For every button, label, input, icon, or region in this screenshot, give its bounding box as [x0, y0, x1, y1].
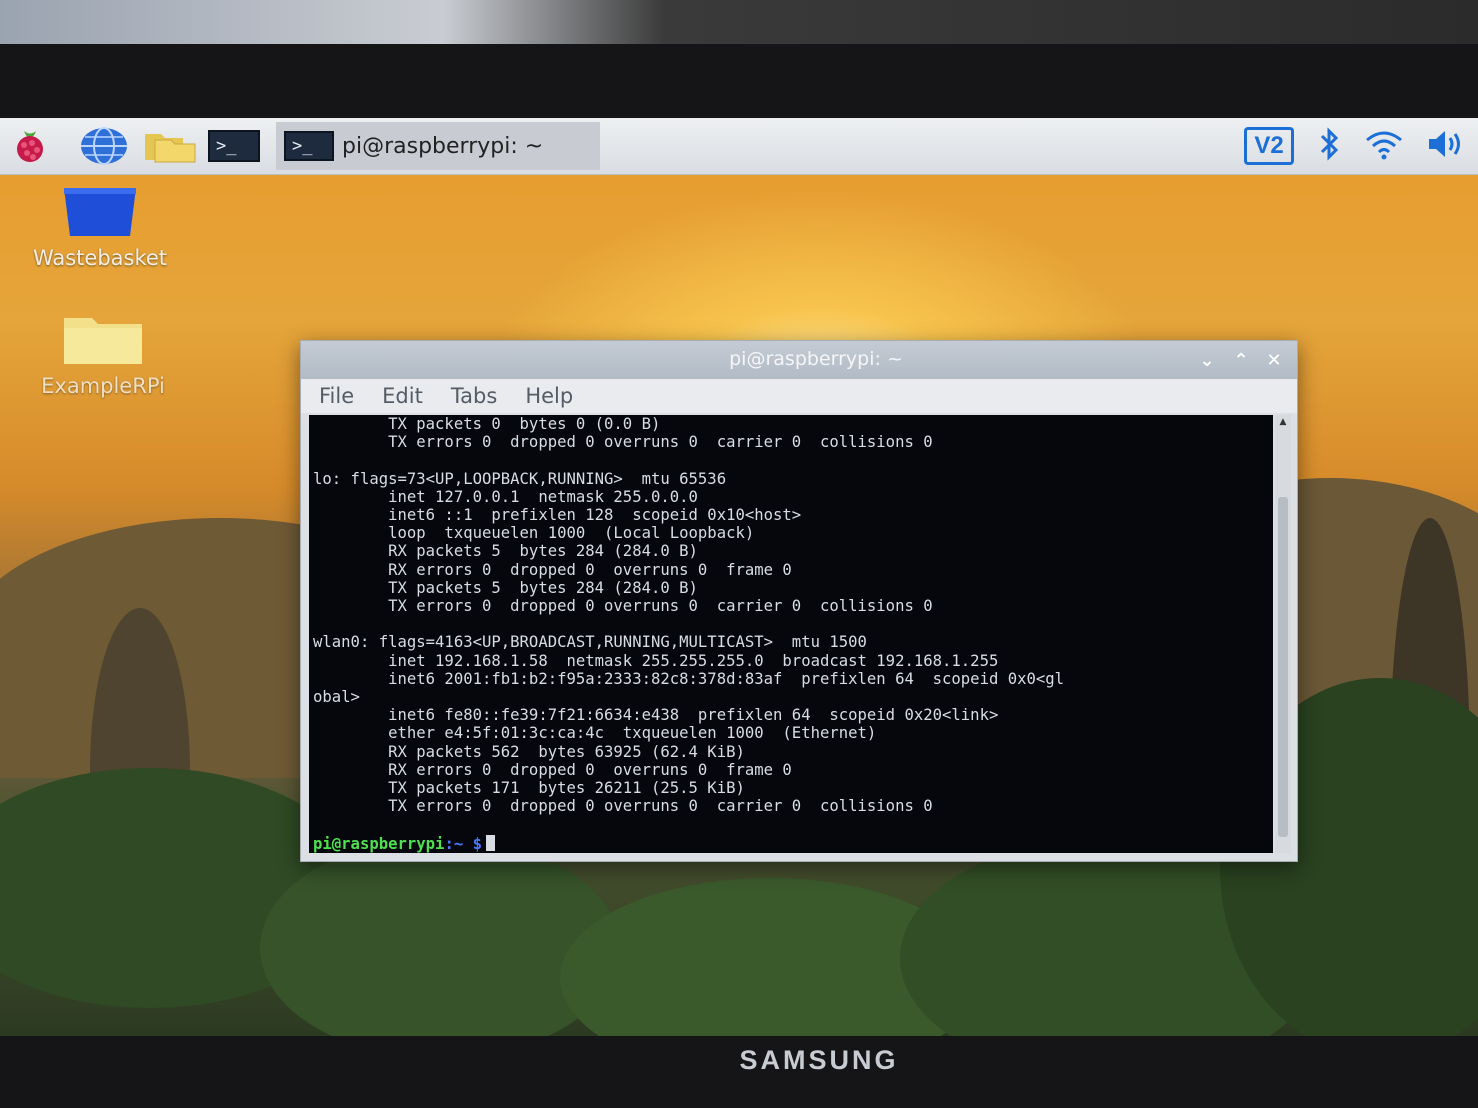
terminal-line: RX errors 0 dropped 0 overruns 0 frame 0	[388, 560, 792, 579]
terminal-line: RX packets 562 bytes 63925 (62.4 KiB)	[388, 742, 745, 761]
menu-bar: File Edit Tabs Help	[301, 379, 1297, 413]
terminal-line: inet 127.0.0.1 netmask 255.0.0.0	[388, 487, 698, 506]
scrollbar-thumb[interactable]	[1278, 497, 1288, 837]
terminal-line: TX errors 0 dropped 0 overruns 0 carrier…	[388, 433, 933, 452]
desktop-icon-label: Wastebasket	[32, 246, 168, 270]
wifi-icon[interactable]	[1364, 128, 1404, 164]
menu-file[interactable]: File	[319, 384, 354, 408]
terminal-line: RX packets 5 bytes 284 (284.0 B)	[388, 542, 698, 561]
system-tray: V2	[1244, 126, 1468, 166]
terminal-output[interactable]: TX packets 0 bytes 0 (0.0 B) TX errors 0…	[309, 415, 1273, 853]
prompt-user-host: pi@raspberrypi	[313, 835, 445, 853]
volume-icon[interactable]	[1426, 128, 1468, 164]
terminal-line: TX packets 171 bytes 26211 (25.5 KiB)	[388, 779, 745, 798]
terminal-line: TX errors 0 dropped 0 overruns 0 carrier…	[388, 597, 933, 616]
terminal-line: TX errors 0 dropped 0 overruns 0 carrier…	[388, 797, 933, 816]
file-manager-icon[interactable]	[142, 126, 198, 166]
terminal-line: inet 192.168.1.58 netmask 255.255.255.0 …	[388, 651, 999, 670]
bluetooth-icon[interactable]	[1316, 126, 1342, 166]
terminal-line: inet6 2001:fb1:b2:f95a:2333:82c8:378d:83…	[388, 669, 1065, 688]
terminal-line: inet6 ::1 prefixlen 128 scopeid 0x10<hos…	[388, 506, 802, 525]
desktop-icon-wastebasket[interactable]: Wastebasket	[20, 184, 180, 270]
text-cursor	[486, 835, 495, 851]
raspberry-menu-icon[interactable]	[8, 126, 52, 166]
taskbar-window-label: pi@raspberrypi: ~	[342, 133, 544, 159]
terminal-text: TX packets 0 bytes 0 (0.0 B) TX errors 0…	[313, 415, 1064, 815]
terminal-line: obal>	[313, 688, 360, 707]
menu-tabs[interactable]: Tabs	[451, 384, 498, 408]
desktop-icon-label: ExampleRPi	[41, 374, 165, 398]
web-browser-icon[interactable]	[78, 126, 130, 166]
terminal-launcher-icon[interactable]: >_	[206, 126, 262, 166]
background-wall	[0, 0, 1478, 44]
menu-help[interactable]: Help	[525, 384, 573, 408]
terminal-line: TX packets 0 bytes 0 (0.0 B)	[388, 415, 661, 433]
taskbar-window-button[interactable]: >_ pi@raspberrypi: ~	[276, 122, 600, 170]
terminal-line: loop txqueuelen 1000 (Local Loopback)	[388, 524, 755, 543]
window-titlebar[interactable]: pi@raspberrypi: ~ ⌄ ⌃ ✕	[301, 341, 1297, 379]
scroll-up-arrow-icon[interactable]: ▲	[1275, 417, 1291, 429]
monitor-brand-logo: SAMSUNG	[739, 1045, 899, 1075]
terminal-window: pi@raspberrypi: ~ ⌄ ⌃ ✕ File Edit Tabs H…	[300, 340, 1298, 862]
close-button[interactable]: ✕	[1261, 347, 1287, 373]
prompt-path: :~ $	[444, 835, 482, 853]
terminal-line: ether e4:5f:01:3c:ca:4c txqueuelen 1000 …	[388, 724, 877, 743]
folder-icon	[64, 318, 142, 364]
terminal-line: inet6 fe80::fe39:7f21:6634:e438 prefixle…	[388, 706, 999, 725]
trash-icon	[64, 188, 136, 236]
terminal-line: wlan0: flags=4163<UP,BROADCAST,RUNNING,M…	[313, 633, 867, 652]
desktop-icon-examplerpi[interactable]: ExampleRPi	[28, 316, 178, 398]
maximize-button[interactable]: ⌃	[1228, 347, 1254, 373]
minimize-button[interactable]: ⌄	[1194, 347, 1220, 373]
terminal-line: TX packets 5 bytes 284 (284.0 B)	[388, 578, 698, 597]
scrollbar[interactable]: ▲	[1275, 415, 1291, 853]
vnc-icon[interactable]: V2	[1244, 127, 1294, 165]
terminal-prompt[interactable]: pi@raspberrypi:~ $	[313, 835, 495, 853]
terminal-icon: >_	[284, 131, 334, 161]
menu-edit[interactable]: Edit	[382, 384, 423, 408]
taskbar: >_ >_ pi@raspberrypi: ~ V2	[0, 118, 1478, 175]
window-title: pi@raspberrypi: ~	[729, 348, 903, 370]
terminal-line: RX errors 0 dropped 0 overruns 0 frame 0	[388, 760, 792, 779]
terminal-line: lo: flags=73<UP,LOOPBACK,RUNNING> mtu 65…	[313, 469, 727, 488]
